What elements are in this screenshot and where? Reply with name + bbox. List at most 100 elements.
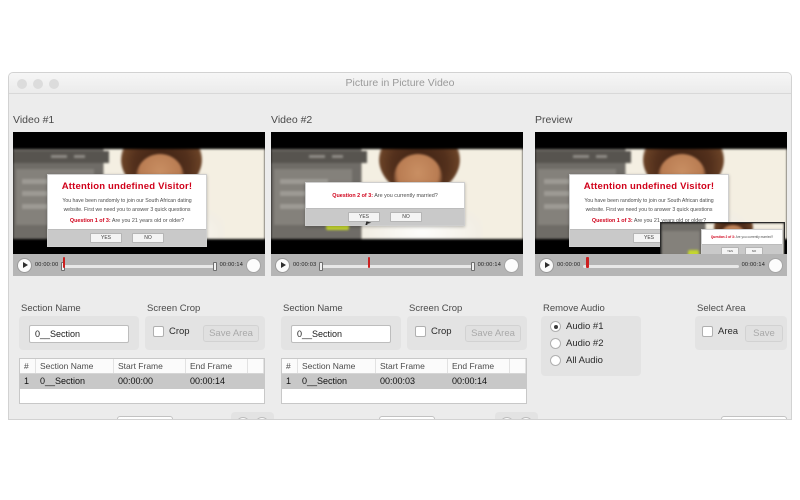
export-video-button[interactable]: Export Video: [721, 416, 787, 419]
radio-audio-1-label: Audio #1: [566, 321, 604, 332]
save-area-button[interactable]: Save: [745, 325, 783, 342]
save-area-button-2[interactable]: Save Area: [465, 325, 521, 342]
radio-row-audio-1[interactable]: Audio #1: [550, 321, 604, 332]
alert-question: Question 2 of 3: Are you currently marri…: [706, 235, 778, 239]
minimize-light-icon[interactable]: [33, 79, 43, 89]
video1-panel-label: Video #1: [13, 114, 55, 126]
section-stepper-1[interactable]: [231, 412, 274, 419]
upload-button-1[interactable]: Upload: [117, 416, 173, 419]
section-stepper-2[interactable]: [495, 412, 538, 419]
video1-current-time: 00:00:00: [35, 262, 59, 268]
minus-icon[interactable]: [255, 417, 269, 419]
playhead-marker[interactable]: [367, 257, 370, 268]
remove-audio-group: Remove Audio Audio #1 Audio #2 All Audio: [541, 303, 641, 376]
video2-alert-dialog: Question 2 of 3: Are you currently marri…: [305, 182, 465, 226]
col-end-frame: End Frame: [186, 359, 248, 373]
alert-yes-button[interactable]: YES: [90, 233, 122, 244]
minus-icon[interactable]: [519, 417, 533, 419]
play-icon[interactable]: [275, 257, 290, 273]
volume-icon[interactable]: [246, 257, 261, 273]
window-controls[interactable]: [17, 79, 59, 89]
upload-button-2[interactable]: Upload: [379, 416, 435, 419]
alert-no-button[interactable]: NO: [132, 233, 164, 244]
window-body: Video #1 Video #2 Preview Attention unde…: [9, 94, 791, 419]
cell-extra: [510, 374, 526, 389]
col-section-name: Section Name: [298, 359, 376, 373]
alert-description: You have been randomly to join our South…: [584, 198, 714, 213]
close-light-icon[interactable]: [17, 79, 27, 89]
alert-yes-button[interactable]: YES: [348, 212, 380, 222]
video1-frame: Attention undefined Visitor! You have be…: [13, 132, 265, 254]
volume-icon[interactable]: [504, 257, 519, 273]
crop-checkbox-row-2[interactable]: Crop: [415, 326, 452, 337]
window-title: Picture in Picture Video: [345, 77, 455, 89]
screen-crop-group-2: Screen Crop Crop Save Area: [407, 303, 527, 350]
seek-track-line: [583, 265, 739, 268]
alert-body: Attention undefined Visitor! You have be…: [48, 175, 206, 229]
section-name-group-label: Section Name: [21, 303, 81, 314]
alert-footer: YES NO: [702, 244, 782, 254]
section-name-group-2: Section Name 0__Section: [281, 303, 401, 350]
alert-question-text: Are you currently married?: [734, 235, 774, 239]
video2-player[interactable]: Question 2 of 3: Are you currently marri…: [271, 132, 523, 276]
cell-extra: [248, 374, 264, 389]
alert-body: Question 2 of 3: Are you currently marri…: [306, 183, 464, 208]
playhead-marker[interactable]: [586, 257, 589, 268]
remove-audio-group-label: Remove Audio: [543, 303, 605, 314]
seek-track-line: [319, 265, 475, 268]
cell-section-name: 0__Section: [40, 376, 86, 386]
plus-icon[interactable]: [500, 417, 514, 419]
col-index: #: [20, 359, 36, 373]
crop-checkbox-1[interactable]: [153, 326, 164, 337]
alert-no-button[interactable]: NO: [745, 247, 763, 254]
cell-section-name: 0__Section: [302, 376, 348, 386]
select-area-group: Select Area Area Save: [695, 303, 787, 350]
screen-crop-group-label: Screen Crop: [147, 303, 201, 314]
radio-all-audio-label: All Audio: [566, 355, 603, 366]
section-name-group-1: Section Name 0__Section: [19, 303, 139, 350]
crop-checkbox-row-1[interactable]: Crop: [153, 326, 190, 337]
alert-yes-button[interactable]: YES: [721, 247, 739, 254]
app-window: Picture in Picture Video Video #1 Video …: [8, 72, 792, 420]
title-bar: Picture in Picture Video: [9, 73, 791, 94]
radio-all-audio[interactable]: [550, 355, 561, 366]
picture-in-picture-inset[interactable]: Question 2 of 3: Are you currently marri…: [660, 222, 785, 254]
table-row[interactable]: 1 0__Section 00:00:03 00:00:14: [282, 374, 526, 389]
section-name-input-1[interactable]: 0__Section: [29, 325, 129, 343]
radio-audio-1[interactable]: [550, 321, 561, 332]
sections-table-2[interactable]: # Section Name Start Frame End Frame 1 0…: [281, 358, 527, 404]
radio-row-all-audio[interactable]: All Audio: [550, 355, 603, 366]
plus-icon[interactable]: [236, 417, 250, 419]
crop-checkbox-label-1: Crop: [169, 326, 190, 337]
trim-end-handle[interactable]: [470, 262, 475, 271]
save-area-button-1[interactable]: Save Area: [203, 325, 259, 342]
trim-end-handle[interactable]: [212, 262, 217, 271]
pip-alert-dialog: Question 2 of 3: Are you currently marri…: [701, 229, 783, 254]
trim-start-handle[interactable]: [319, 262, 324, 271]
video2-seek-track[interactable]: [319, 257, 475, 272]
radio-row-audio-2[interactable]: Audio #2: [550, 338, 604, 349]
play-icon[interactable]: [539, 257, 554, 273]
zoom-light-icon[interactable]: [49, 79, 59, 89]
play-icon[interactable]: [17, 257, 32, 273]
table-row[interactable]: 1 0__Section 00:00:00 00:00:14: [20, 374, 264, 389]
volume-icon[interactable]: [768, 257, 783, 273]
sections-table-1[interactable]: # Section Name Start Frame End Frame 1 0…: [19, 358, 265, 404]
video1-seek-track[interactable]: [61, 257, 217, 272]
preview-seek-track[interactable]: [583, 257, 739, 272]
video2-frame: Question 2 of 3: Are you currently marri…: [271, 132, 523, 254]
area-checkbox-row[interactable]: Area: [702, 326, 738, 337]
video2-panel-label: Video #2: [271, 114, 313, 126]
cell-end-frame: 00:00:14: [452, 376, 488, 386]
area-checkbox[interactable]: [702, 326, 713, 337]
alert-no-button[interactable]: NO: [390, 212, 422, 222]
screen-crop-group-label: Screen Crop: [409, 303, 463, 314]
radio-audio-2[interactable]: [550, 338, 561, 349]
table-header-row: # Section Name Start Frame End Frame: [20, 359, 264, 374]
webpage-navbar: [13, 150, 109, 163]
video1-player[interactable]: Attention undefined Visitor! You have be…: [13, 132, 265, 276]
crop-checkbox-2[interactable]: [415, 326, 426, 337]
preview-player[interactable]: Attention undefined Visitor! You have be…: [535, 132, 787, 276]
section-name-input-2[interactable]: 0__Section: [291, 325, 391, 343]
alert-question-prefix: Question 1 of 3:: [69, 218, 111, 225]
